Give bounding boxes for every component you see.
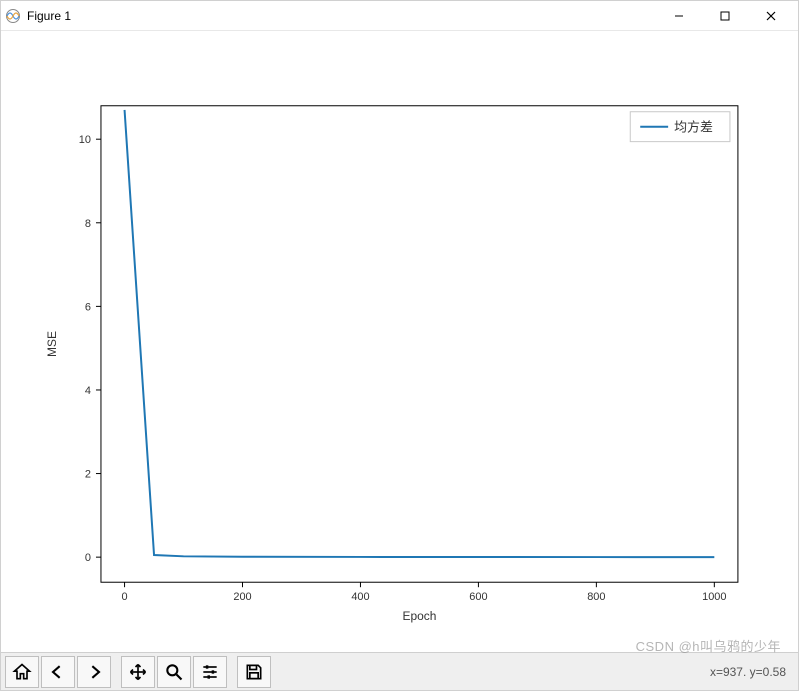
configure-button[interactable] [193,656,227,688]
svg-text:400: 400 [351,591,369,603]
svg-text:10: 10 [79,134,91,146]
window-title: Figure 1 [27,9,71,23]
matplotlib-toolbar: x=937. y=0.58 [1,652,798,690]
svg-text:均方差: 均方差 [674,120,713,135]
cursor-coords: x=937. y=0.58 [710,665,794,679]
svg-text:6: 6 [85,301,91,313]
svg-text:200: 200 [233,591,251,603]
home-button[interactable] [5,656,39,688]
title-bar: Figure 1 [1,1,798,31]
svg-text:800: 800 [587,591,605,603]
figure-window: Figure 1 0 200 400 600 800 1000 0 2 4 6 8 10 Epoch MS… [0,0,799,691]
svg-text:MSE: MSE [45,331,59,357]
svg-text:0: 0 [85,552,91,564]
chart: 0 200 400 600 800 1000 0 2 4 6 8 10 Epoch MSE 均方差 [1,31,798,652]
maximize-button[interactable] [702,1,748,31]
forward-button[interactable] [77,656,111,688]
back-button[interactable] [41,656,75,688]
pan-button[interactable] [121,656,155,688]
plot-area[interactable]: 0 200 400 600 800 1000 0 2 4 6 8 10 Epoch MSE 均方差 [1,31,798,652]
save-button[interactable] [237,656,271,688]
close-button[interactable] [748,1,794,31]
svg-text:600: 600 [469,591,487,603]
minimize-button[interactable] [656,1,702,31]
app-icon [5,8,21,24]
svg-text:0: 0 [122,591,128,603]
svg-text:8: 8 [85,218,91,230]
svg-text:2: 2 [85,469,91,481]
zoom-button[interactable] [157,656,191,688]
svg-text:Epoch: Epoch [402,609,436,623]
svg-text:1000: 1000 [702,591,726,603]
svg-text:4: 4 [85,385,91,397]
